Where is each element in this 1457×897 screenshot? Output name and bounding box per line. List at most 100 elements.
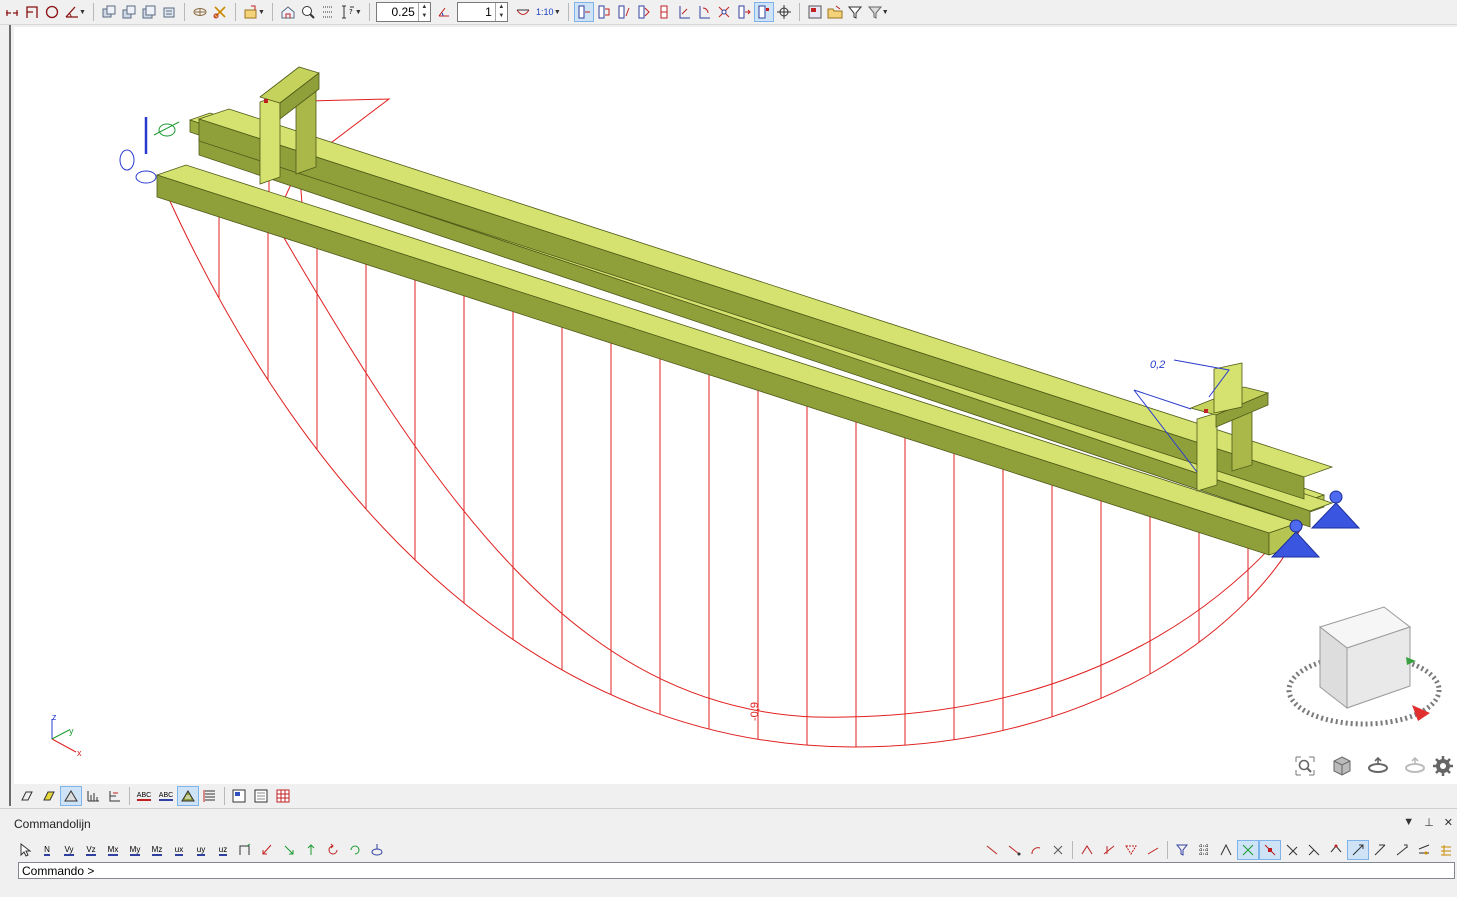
disp-ux-button[interactable]: ux bbox=[168, 840, 190, 860]
axes-icon[interactable] bbox=[104, 786, 126, 806]
cube-view-icon[interactable] bbox=[1329, 753, 1355, 779]
mesh-icon[interactable] bbox=[190, 2, 210, 22]
result-rotate-icon[interactable] bbox=[694, 2, 714, 22]
pin-icon[interactable]: ⊥ bbox=[1424, 816, 1434, 829]
window-tile-icon[interactable] bbox=[228, 786, 250, 806]
step-value[interactable]: 1 bbox=[458, 5, 495, 19]
copy-view-3-icon[interactable] bbox=[139, 2, 159, 22]
snap-mid-icon[interactable] bbox=[1259, 840, 1281, 860]
target-icon[interactable] bbox=[774, 2, 794, 22]
view-cube[interactable] bbox=[1286, 606, 1442, 727]
chevron-down-icon[interactable]: ▼ bbox=[355, 9, 362, 16]
snap-node-icon[interactable] bbox=[1215, 840, 1237, 860]
moment-mx-button[interactable]: Mx bbox=[102, 840, 124, 860]
snap-triangle-icon[interactable] bbox=[1120, 840, 1142, 860]
cut-icon[interactable] bbox=[210, 2, 230, 22]
snap-line-icon[interactable] bbox=[981, 840, 1003, 860]
arrow-up-icon[interactable] bbox=[300, 840, 322, 860]
orbit-icon[interactable] bbox=[1365, 753, 1391, 779]
close-icon[interactable]: ✕ bbox=[1444, 816, 1453, 829]
pointer-icon[interactable] bbox=[14, 840, 36, 860]
chevron-down-icon[interactable]: ▼ bbox=[882, 9, 889, 16]
moment-mz-button[interactable]: Mz bbox=[146, 840, 168, 860]
disp-uz-button[interactable]: uz bbox=[212, 840, 234, 860]
spinner-arrows-icon[interactable]: ▲ ▼ bbox=[494, 3, 507, 21]
result-labels-icon[interactable] bbox=[753, 2, 774, 22]
snap-angle-icon[interactable] bbox=[1076, 840, 1098, 860]
scale-spinner[interactable]: 0.25 ▲ ▼ bbox=[375, 2, 431, 22]
settings-gear-icon[interactable] bbox=[1430, 753, 1456, 779]
snap-arc-icon[interactable] bbox=[1025, 840, 1047, 860]
snap-ext-icon[interactable] bbox=[1369, 840, 1391, 860]
snap-center-icon[interactable] bbox=[1347, 840, 1369, 860]
arrow-down-left-icon[interactable] bbox=[256, 840, 278, 860]
result-reaction-icon[interactable] bbox=[614, 2, 634, 22]
force-n-button[interactable]: N bbox=[36, 840, 58, 860]
spinner-arrows-icon[interactable]: ▲ ▼ bbox=[417, 3, 430, 21]
deform-icon[interactable] bbox=[513, 2, 533, 22]
mesh-display-icon[interactable] bbox=[177, 786, 199, 806]
dimensions-icon[interactable] bbox=[82, 786, 104, 806]
result-diagram-icon[interactable] bbox=[654, 2, 674, 22]
snap-perp-icon[interactable] bbox=[1142, 840, 1164, 860]
snap-line-2-icon[interactable] bbox=[1003, 840, 1025, 860]
report-icon[interactable] bbox=[805, 2, 825, 22]
line-tool-icon[interactable] bbox=[2, 2, 22, 22]
splitter[interactable] bbox=[9, 25, 11, 806]
zoom-icon[interactable] bbox=[1292, 753, 1318, 779]
arrow-green-icon[interactable] bbox=[278, 840, 300, 860]
disp-uy-button[interactable]: uy bbox=[190, 840, 212, 860]
scale-value[interactable]: 0.25 bbox=[377, 5, 418, 19]
copy-view-icon[interactable] bbox=[99, 2, 119, 22]
step-spinner[interactable]: 1 ▲ ▼ bbox=[456, 2, 508, 22]
result-stress-icon[interactable] bbox=[634, 2, 654, 22]
result-deform-icon[interactable] bbox=[714, 2, 734, 22]
orbit-disabled-icon[interactable] bbox=[1402, 753, 1428, 779]
rotate-blue-icon[interactable] bbox=[366, 840, 388, 860]
snap-end-icon[interactable] bbox=[1237, 840, 1259, 860]
result-axis-icon[interactable] bbox=[674, 2, 694, 22]
snap-grid-icon[interactable] bbox=[1193, 840, 1215, 860]
result-node-icon[interactable] bbox=[594, 2, 614, 22]
snap-table-icon[interactable] bbox=[1435, 840, 1457, 860]
snap-quad-icon[interactable] bbox=[1325, 840, 1347, 860]
model-canvas[interactable]: -0,9 0,2 z y x bbox=[14, 27, 1457, 784]
zoom-fit-icon[interactable] bbox=[298, 2, 318, 22]
snap-near-icon[interactable] bbox=[1391, 840, 1413, 860]
chevron-down-icon[interactable]: ▼ bbox=[258, 9, 265, 16]
window-cascade-icon[interactable] bbox=[250, 786, 272, 806]
force-vy-button[interactable]: Vy bbox=[58, 840, 80, 860]
panel-menu-chevron-icon[interactable]: ▼ bbox=[1403, 816, 1414, 829]
rotate-red-icon[interactable] bbox=[322, 840, 344, 860]
snap-perp-2-icon[interactable] bbox=[1303, 840, 1325, 860]
house-view-icon[interactable] bbox=[278, 2, 298, 22]
model-viewport[interactable]: -0,9 0,2 z y x bbox=[14, 27, 1457, 784]
chevron-down-icon[interactable]: ▼ bbox=[554, 9, 561, 16]
open-folder-icon[interactable] bbox=[825, 2, 845, 22]
labels-1-button[interactable]: ABC bbox=[133, 786, 155, 806]
wireframe-icon[interactable] bbox=[16, 786, 38, 806]
chevron-down-icon[interactable]: ▼ bbox=[79, 9, 86, 16]
circle-tool-icon[interactable] bbox=[42, 2, 62, 22]
command-input[interactable] bbox=[94, 864, 1454, 877]
table-red-icon[interactable] bbox=[272, 786, 294, 806]
result-arrow-icon[interactable] bbox=[734, 2, 754, 22]
command-line[interactable]: Commando > bbox=[18, 862, 1455, 879]
copy-view-4-icon[interactable] bbox=[159, 2, 179, 22]
frame-tool-icon[interactable] bbox=[22, 2, 42, 22]
render-icon[interactable] bbox=[60, 786, 82, 806]
step-icon[interactable] bbox=[434, 2, 454, 22]
solid-icon[interactable] bbox=[38, 786, 60, 806]
snap-par-icon[interactable] bbox=[1413, 840, 1435, 860]
grid-icon[interactable] bbox=[318, 2, 338, 22]
copy-view-2-icon[interactable] bbox=[119, 2, 139, 22]
snap-filter-icon[interactable] bbox=[1171, 840, 1193, 860]
snap-int-icon[interactable] bbox=[1281, 840, 1303, 860]
snap-tangent-icon[interactable] bbox=[1098, 840, 1120, 860]
labels-2-button[interactable]: ABC bbox=[155, 786, 177, 806]
filter-icon[interactable] bbox=[845, 2, 865, 22]
moment-my-button[interactable]: My bbox=[124, 840, 146, 860]
rotate-green-icon[interactable] bbox=[344, 840, 366, 860]
result-member-icon[interactable] bbox=[573, 2, 594, 22]
list-icon[interactable] bbox=[199, 786, 221, 806]
